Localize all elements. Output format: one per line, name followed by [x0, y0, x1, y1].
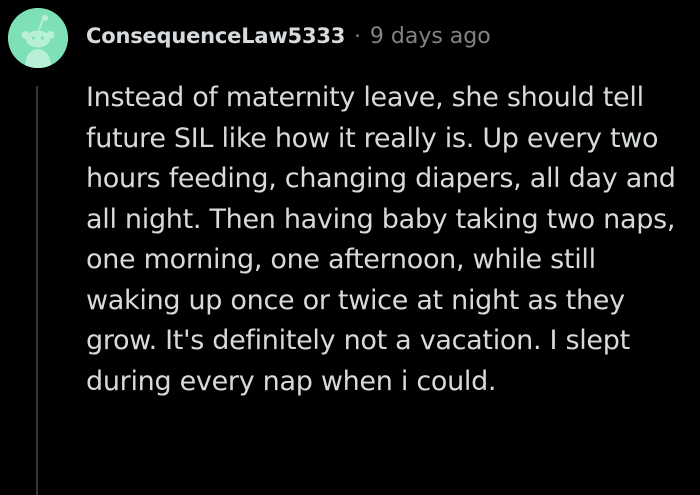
snoo-avatar-icon [8, 8, 68, 68]
comment: ConsequenceLaw5333 · 9 days ago Instead … [0, 0, 700, 495]
meta-separator: · [354, 24, 361, 48]
comment-body: Instead of maternity leave, she should t… [86, 82, 676, 397]
comment-timestamp[interactable]: 9 days ago [370, 24, 491, 49]
author-username[interactable]: ConsequenceLaw5333 [86, 24, 345, 48]
comment-header: ConsequenceLaw5333 · 9 days ago [86, 18, 491, 54]
avatar[interactable] [8, 8, 68, 68]
thread-line[interactable] [36, 86, 38, 495]
